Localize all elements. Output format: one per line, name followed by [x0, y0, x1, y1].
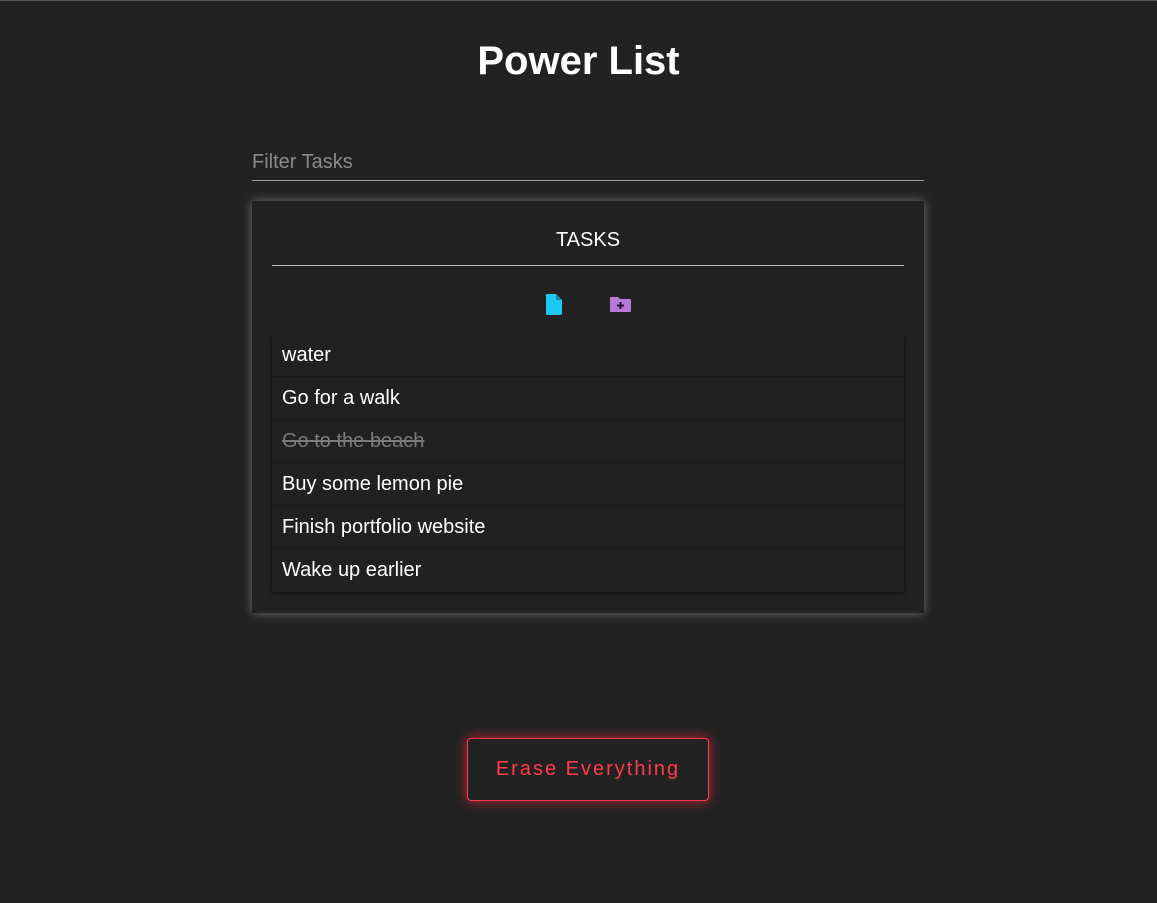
filter-field[interactable] [252, 141, 924, 181]
task-item-buy-lemon-pie[interactable]: Buy some lemon pie [272, 463, 904, 506]
tasks-heading: TASKS [272, 229, 904, 266]
task-list: water Go for a walk Go to the beach Buy … [272, 334, 904, 592]
erase-everything-button[interactable]: Erase Everything [467, 738, 709, 801]
file-icon [546, 293, 562, 315]
tasks-card: TASKS water Go for a walk Go to the beac… [252, 201, 924, 613]
new-folder-button[interactable] [609, 293, 631, 315]
task-item-go-for-a-walk[interactable]: Go for a walk [272, 377, 904, 420]
task-item-water[interactable]: water [272, 334, 904, 377]
task-item-finish-portfolio[interactable]: Finish portfolio website [272, 506, 904, 549]
task-item-go-to-the-beach[interactable]: Go to the beach [272, 420, 904, 463]
filter-tasks-input[interactable] [252, 141, 924, 179]
folder-plus-icon [609, 297, 631, 312]
task-item-wake-up-earlier[interactable]: Wake up earlier [272, 549, 904, 592]
page-title: Power List [477, 39, 680, 83]
new-task-button[interactable] [543, 293, 565, 315]
